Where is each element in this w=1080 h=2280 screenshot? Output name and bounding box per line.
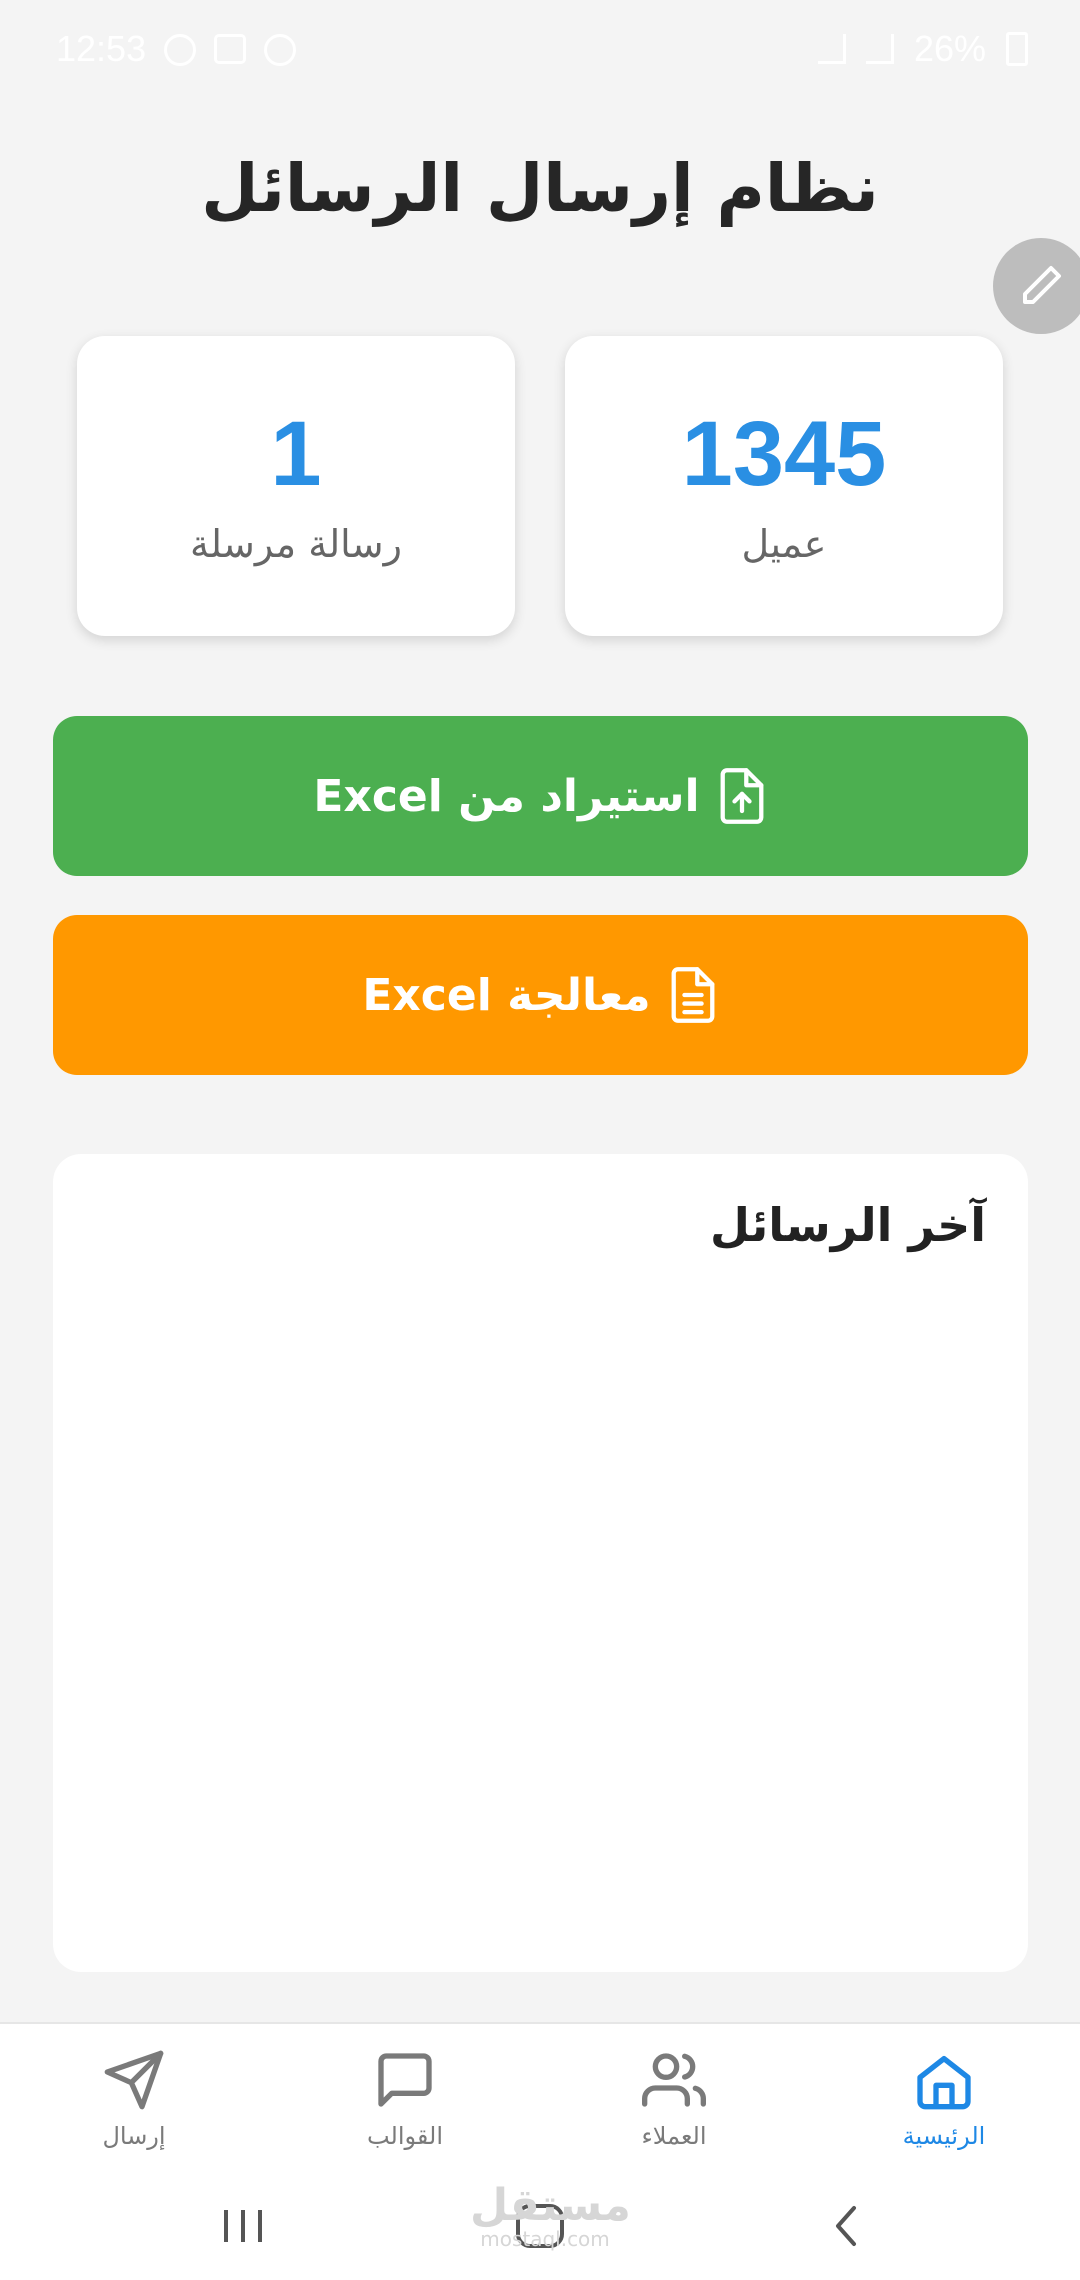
nav-item-send[interactable]: إرسال [34, 2024, 234, 2180]
pencil-icon [1023, 266, 1061, 304]
nav-item-clients[interactable]: العملاء [574, 2024, 774, 2180]
status-bar: 12:53 26% [0, 0, 1080, 100]
back-icon[interactable] [822, 2196, 872, 2256]
bottom-nav: الرئيسية العملاء القوالب إرسال [0, 2022, 1080, 2180]
status-time: 12:53 [56, 28, 147, 69]
home-icon [917, 2056, 971, 2110]
stat-card-clients: 1345 عميل [565, 336, 1003, 636]
messages-label: رسالة مرسلة [190, 522, 402, 566]
home-button-icon[interactable] [514, 2196, 566, 2256]
youtube-icon [264, 34, 296, 66]
system-status-icons: 26% [817, 28, 1028, 70]
clients-count: 1345 [681, 403, 887, 505]
process-excel-label: معالجة Excel [362, 969, 651, 1021]
clients-label: عميل [741, 522, 827, 566]
wifi-icon [817, 34, 846, 64]
nav-label-send: إرسال [102, 2122, 166, 2150]
recent-messages-title: آخر الرسائل [709, 1198, 986, 1252]
nav-item-templates[interactable]: القوالب [305, 2024, 505, 2180]
image-icon [214, 34, 246, 64]
recent-messages-card: آخر الرسائل [53, 1154, 1028, 1972]
import-excel-button[interactable]: استيراد من Excel [53, 716, 1028, 876]
nav-label-home: الرئيسية [902, 2122, 986, 2150]
battery-percent: 26% [913, 28, 986, 69]
file-upload-icon [720, 768, 764, 824]
recent-apps-icon[interactable] [218, 2196, 268, 2256]
messages-count: 1 [270, 403, 322, 505]
import-excel-label: استيراد من Excel [313, 770, 700, 822]
edit-button[interactable] [993, 238, 1080, 334]
signal-icon [865, 34, 894, 64]
send-icon [104, 2050, 164, 2110]
facebook-icon [164, 34, 196, 66]
page-title: نظام إرسال الرسائل [201, 150, 879, 227]
battery-icon [1006, 32, 1028, 66]
nav-label-templates: القوالب [366, 2122, 444, 2150]
users-icon [642, 2053, 706, 2107]
nav-item-home[interactable]: الرئيسية [844, 2024, 1044, 2180]
notification-icons [164, 34, 296, 66]
message-square-icon [378, 2053, 432, 2107]
process-excel-button[interactable]: معالجة Excel [53, 915, 1028, 1075]
file-text-icon [671, 967, 715, 1023]
nav-label-clients: العملاء [641, 2122, 707, 2150]
stat-card-messages: 1 رسالة مرسلة [77, 336, 515, 636]
system-nav-bar: مستقل mostaql.com [0, 2178, 1080, 2280]
